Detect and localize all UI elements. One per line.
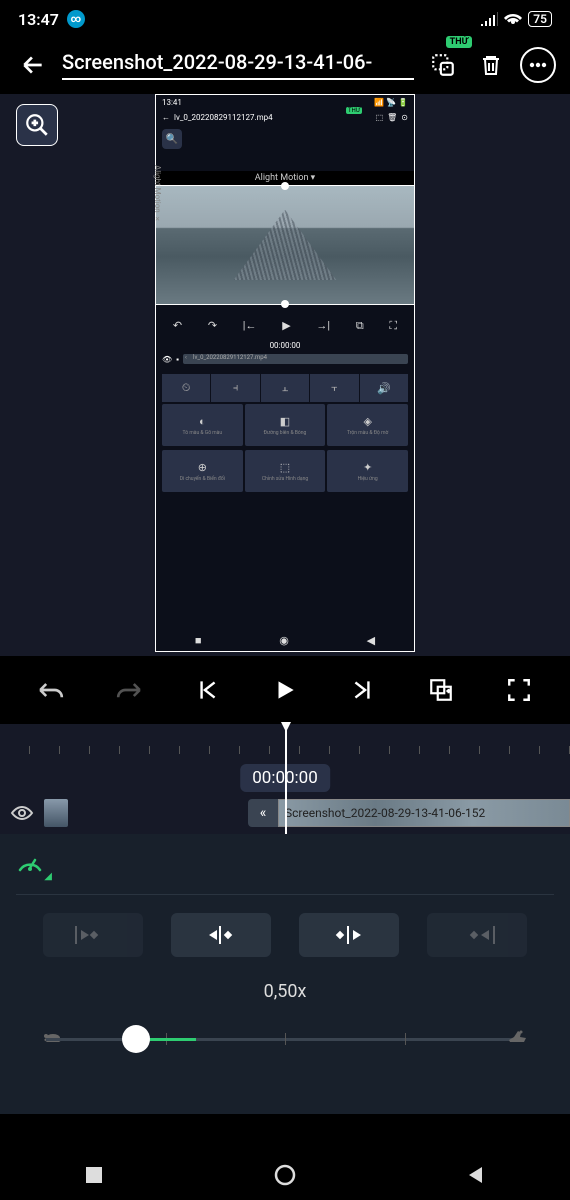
nested-filename: lv_0_20220829112127.mp4 (174, 113, 372, 122)
nested-tool-trim1-icon: ⫞ (211, 374, 259, 402)
nested-playhead-time: 00:00:00 (156, 339, 414, 352)
nested-handle-bottom (281, 300, 289, 308)
speed-value: 0,50x (16, 981, 554, 1002)
nested-tool-trim3-icon: ⫟ (310, 374, 358, 402)
zoom-button[interactable] (16, 104, 58, 146)
nested-zoom-icon: 🔍 (162, 129, 182, 149)
nested-skip-start-icon: |← (243, 319, 257, 333)
nested-nav-triangle-icon: ◀ (367, 634, 375, 647)
nested-card-color: ◐Tô màu & Gõ màu (162, 404, 243, 446)
timeline-clip[interactable]: Screenshot_2022-08-29-13-41-06-152 (278, 799, 570, 827)
nested-play-icon: ▶ (282, 319, 290, 333)
nested-aspect-icon: ⬚ (376, 113, 384, 122)
slider-tick (405, 1033, 406, 1045)
play-button[interactable] (265, 670, 305, 710)
nested-card-shape: ⬚Chỉnh sửa Hình dạng (245, 450, 326, 492)
nested-status-icons: 📶 📡 🔋 (374, 98, 408, 107)
track-visibility-button[interactable] (0, 804, 44, 822)
nested-fullscreen-icon: ⛶ (389, 319, 397, 333)
timeline[interactable]: 00:00:00 « Screenshot_2022-08-29-13-41-0… (0, 724, 570, 834)
trim-right-in-button[interactable] (299, 913, 399, 957)
nested-trial-badge: THỬ (346, 107, 362, 114)
trim-left-out-button[interactable] (43, 913, 143, 957)
nested-handle-top (281, 182, 289, 190)
nested-card-transform: ⊕Di chuyển & Biến đổi (162, 450, 243, 492)
fullscreen-button[interactable] (499, 670, 539, 710)
track-thumbnail[interactable] (44, 799, 68, 827)
turtle-icon (42, 1028, 64, 1044)
back-button[interactable] (14, 46, 52, 84)
playhead[interactable] (285, 724, 287, 834)
speed-slider[interactable] (46, 1022, 524, 1058)
nested-layers-icon: ⧉ (356, 319, 364, 333)
delete-button[interactable] (472, 46, 510, 84)
trial-badge: THỬ (446, 36, 472, 48)
nav-home-button[interactable] (273, 1163, 297, 1187)
nested-delete-icon: 🗑 (387, 113, 397, 122)
skip-start-button[interactable] (187, 670, 227, 710)
nested-card-effects: ✦Hiệu ứng (327, 450, 408, 492)
wifi-icon (504, 12, 522, 26)
app-indicator-icon: ∞ (67, 10, 85, 28)
nested-tool-speed-icon: ⏲ (162, 374, 210, 402)
clip-collapse-button[interactable]: « (248, 799, 278, 827)
speed-tool-icon[interactable]: ◢ (16, 852, 44, 874)
nested-status-time: 13:41 (162, 98, 182, 107)
status-icons: 75 (480, 11, 552, 27)
nested-screenshot: 13:41 📶 📡 🔋 ← lv_0_20220829112127.mp4 ⬚ … (155, 94, 415, 652)
nested-card-blend: ◈Trộn màu & Độ mờ (327, 404, 408, 446)
trim-left-in-button[interactable] (171, 913, 271, 957)
nested-back-icon: ← (162, 113, 170, 122)
preview-area[interactable]: 13:41 📶 📡 🔋 ← lv_0_20220829112127.mp4 ⬚ … (0, 94, 570, 656)
file-title[interactable]: Screenshot_2022-08-29-13-41-06- (62, 50, 414, 80)
nav-back-button[interactable] (466, 1165, 486, 1185)
nested-more-icon: ⊙ (401, 113, 408, 122)
speed-panel: ◢ 0,50x (0, 834, 570, 1114)
nested-video-preview (156, 185, 414, 305)
aspect-button[interactable]: THỬ (424, 46, 462, 84)
more-button[interactable] (520, 47, 556, 83)
status-bar: 13:47 ∞ 75 (0, 0, 570, 36)
nested-skip-end-icon: →| (316, 319, 330, 333)
nested-nav-circle-icon: ◉ (279, 634, 289, 647)
layers-button[interactable] (421, 670, 461, 710)
undo-button[interactable] (31, 670, 71, 710)
trim-right-out-button[interactable] (427, 913, 527, 957)
nested-undo-icon: ↶ (173, 319, 182, 333)
playback-controls (0, 656, 570, 724)
nested-nav-square-icon: ■ (195, 634, 202, 647)
skip-end-button[interactable] (343, 670, 383, 710)
rabbit-icon (506, 1028, 528, 1044)
nested-visibility-icon: 👁 (162, 355, 172, 364)
top-toolbar: Screenshot_2022-08-29-13-41-06- THỬ (0, 36, 570, 94)
nested-redo-icon: ↷ (208, 319, 217, 333)
redo-button[interactable] (109, 670, 149, 710)
nested-thumb: ▪ (176, 355, 179, 364)
nav-recents-button[interactable] (84, 1165, 104, 1185)
battery-icon: 75 (528, 11, 552, 27)
slider-tick (285, 1033, 286, 1045)
nested-clip: lv_0_20220829112127.mp4 (183, 354, 408, 364)
slider-knob[interactable] (122, 1025, 150, 1053)
nested-card-border: ◧Đường biên & Bóng (245, 404, 326, 446)
system-nav-bar (0, 1150, 570, 1200)
nested-tool-volume-icon: 🔊 (360, 374, 408, 402)
signal-icon (480, 12, 498, 26)
status-time: 13:47 (18, 10, 59, 29)
divider (16, 894, 554, 895)
nested-tool-trim2-icon: ⫠ (261, 374, 309, 402)
nested-side-watermark: Alight Motion × (153, 165, 162, 224)
